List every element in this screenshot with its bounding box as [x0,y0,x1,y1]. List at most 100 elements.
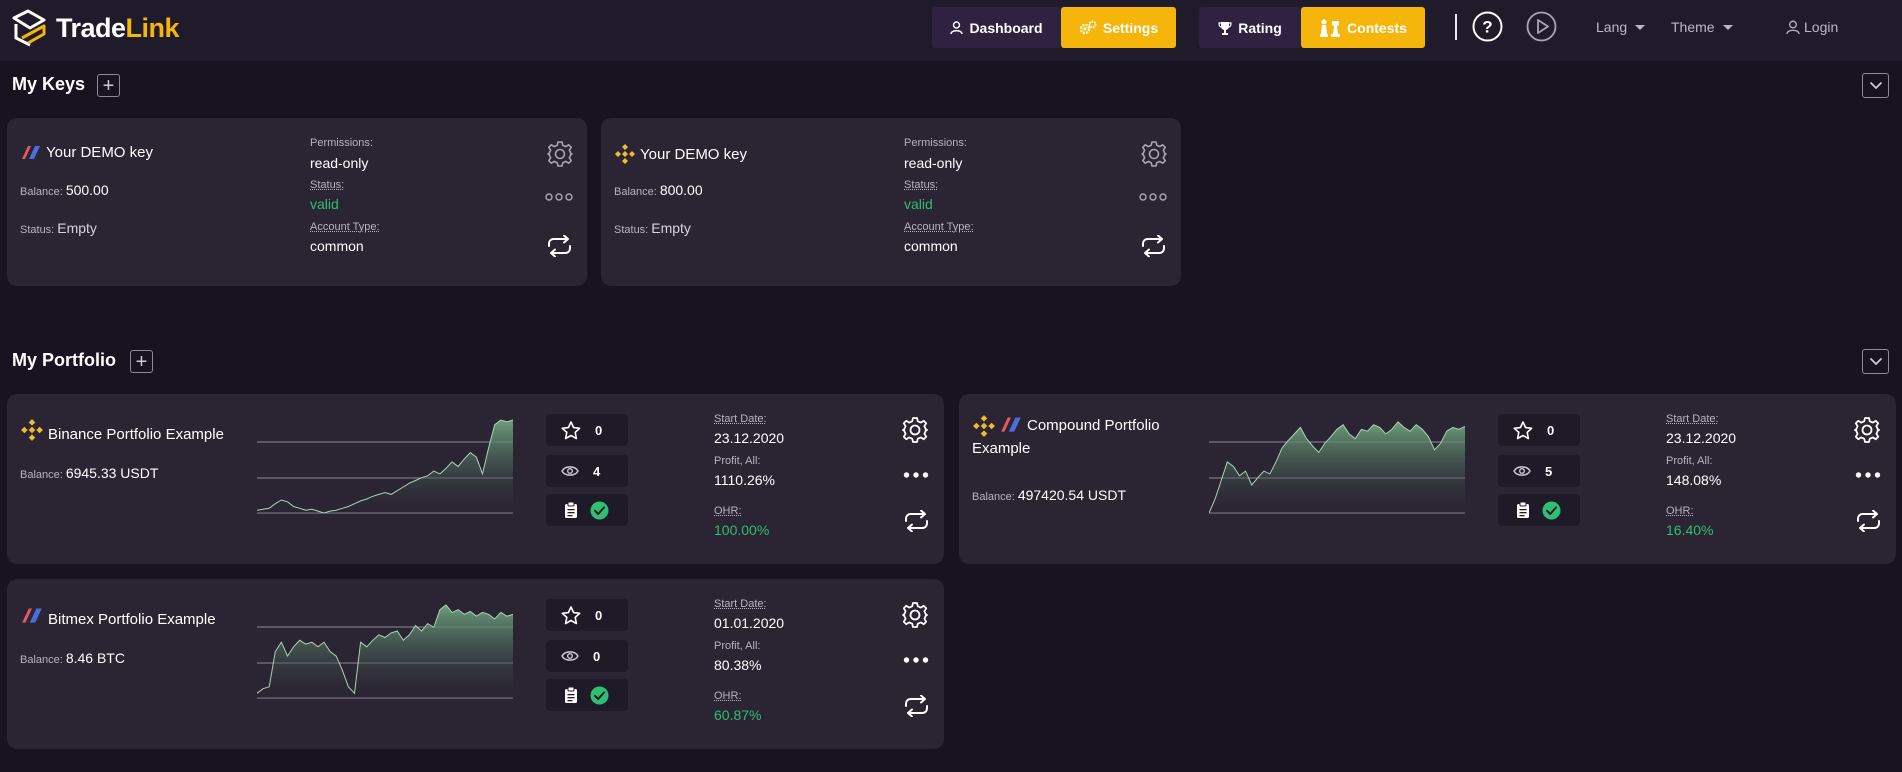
start-date-label: Start Date: [714,413,767,425]
refresh-icon[interactable] [903,510,930,532]
stars-count: 0 [595,607,603,623]
key-title: Your DEMO key [614,143,747,165]
chevron-down-icon [1869,357,1882,366]
theme-dropdown[interactable]: Theme [1671,19,1733,35]
balance-value: 800.00 [659,182,703,198]
views-counter: 5 [1498,455,1580,487]
start-date-value: 23.12.2020 [714,430,785,446]
bitmex-logo-icon [22,607,42,623]
chevron-down-icon [1869,81,1882,90]
refresh-icon[interactable] [1140,235,1167,257]
play-icon[interactable] [1526,11,1557,42]
account-type-value: common [310,238,364,254]
profit-label: Profit, All: [714,640,761,652]
login-button[interactable]: Login [1786,19,1838,35]
gear-icon[interactable] [901,416,929,444]
tradelink-logo[interactable]: TradeLink [10,8,180,48]
bitmex-logo-icon [1001,417,1021,432]
portfolio-name: Binance Portfolio Example [48,426,224,443]
ohr-label: OHR: [714,690,742,702]
portfolio-sparkline-chart [257,419,513,514]
settings-label: Settings [1102,19,1159,36]
status-indicator[interactable] [1498,494,1580,526]
more-options-icon[interactable] [903,656,929,664]
rating-button[interactable]: Rating [1199,7,1301,48]
account-type-label: Account Type: [310,221,380,233]
stars-counter[interactable]: 0 [1498,414,1580,446]
add-portfolio-button[interactable]: + [130,350,153,373]
refresh-icon[interactable] [546,235,573,257]
help-icon[interactable]: ? [1472,11,1503,42]
account-type-label: Account Type: [904,221,974,233]
portfolio-sparkline-chart [1209,421,1465,514]
chess-icon [1320,19,1341,37]
profit-value: 80.38% [714,657,762,673]
contests-button[interactable]: Contests [1301,7,1425,48]
gear-icon[interactable] [546,140,574,168]
stars-count: 0 [595,422,603,438]
portfolio-sparkline-chart [257,604,513,699]
collapse-portfolio-button[interactable] [1862,349,1889,374]
lang-label: Lang [1596,19,1628,35]
more-options-icon[interactable] [903,471,929,479]
gear-icon[interactable] [1140,140,1168,168]
key-title: Your DEMO key [20,143,153,161]
refresh-icon[interactable] [903,695,930,717]
refresh-icon[interactable] [1855,510,1882,532]
balance-label: Balance: [20,654,63,666]
sparkline-area [257,605,513,698]
start-date-label: Start Date: [1666,413,1719,425]
more-options-icon[interactable] [545,192,573,202]
portfolio-balance: Balance: 8.46 BTC [20,650,125,668]
balance-value: 497420.54 USDT [1017,487,1126,503]
key-card: Your DEMO key Balance: 500.00 Status: Empt… [7,118,587,286]
balance-label: Balance: [614,186,657,198]
exchange-logos [972,414,1023,438]
views-count: 5 [1545,463,1553,479]
portfolio-card[interactable]: Compound Portfolio Example Balance: 497420… [959,394,1896,564]
permissions-label: Permissions: [904,137,967,149]
portfolio-title: Compound Portfolio Example [972,414,1172,459]
key-name: Your DEMO key [46,143,153,161]
star-icon [1513,420,1533,439]
user-icon [950,20,964,34]
key-status: Status: Empty [614,220,691,238]
permissions-value: read-only [904,155,963,171]
add-key-button[interactable]: + [97,74,120,97]
more-options-icon[interactable] [1139,192,1167,202]
collapse-keys-button[interactable] [1862,73,1889,98]
profit-label: Profit, All: [1666,455,1713,467]
more-options-icon[interactable] [1855,471,1881,479]
check-circle-icon [590,501,609,519]
gear-icon[interactable] [1853,416,1881,444]
theme-label: Theme [1671,19,1715,35]
stars-counter[interactable]: 0 [546,599,628,631]
portfolio-card[interactable]: Bitmex Portfolio Example Balance: 8.46 BTC… [7,579,944,749]
start-date-label: Start Date: [714,598,767,610]
balance-value: 500.00 [65,182,109,198]
lang-dropdown[interactable]: Lang [1596,19,1646,35]
balance-label: Balance: [972,491,1015,503]
tradelink-logo-icon [12,9,46,47]
status-label: Status: [614,224,649,236]
settings-button[interactable]: Settings [1061,7,1176,48]
dashboard-button[interactable]: Dashboard [932,7,1061,48]
clipboard-icon [565,501,577,518]
ohr-value: 100.00% [714,522,770,538]
brand-link: Link [125,12,180,43]
status-indicator[interactable] [546,679,628,711]
balance-label: Balance: [20,186,63,198]
contests-label: Contests [1347,19,1407,36]
start-date-value: 01.01.2020 [714,615,785,631]
gear-icon[interactable] [901,601,929,629]
user-icon [1786,20,1800,34]
portfolio-card[interactable]: Binance Portfolio Example Balance: 6945.33… [7,394,944,564]
status-indicator[interactable] [546,494,628,526]
balance-value: 6945.33 USDT [65,465,159,481]
stars-counter[interactable]: 0 [546,414,628,446]
trophy-icon [1218,21,1232,35]
dashboard-label: Dashboard [969,19,1043,36]
portfolio-name: Bitmex Portfolio Example [48,611,216,628]
gears-icon [1079,20,1097,34]
stars-count: 0 [1547,422,1555,438]
